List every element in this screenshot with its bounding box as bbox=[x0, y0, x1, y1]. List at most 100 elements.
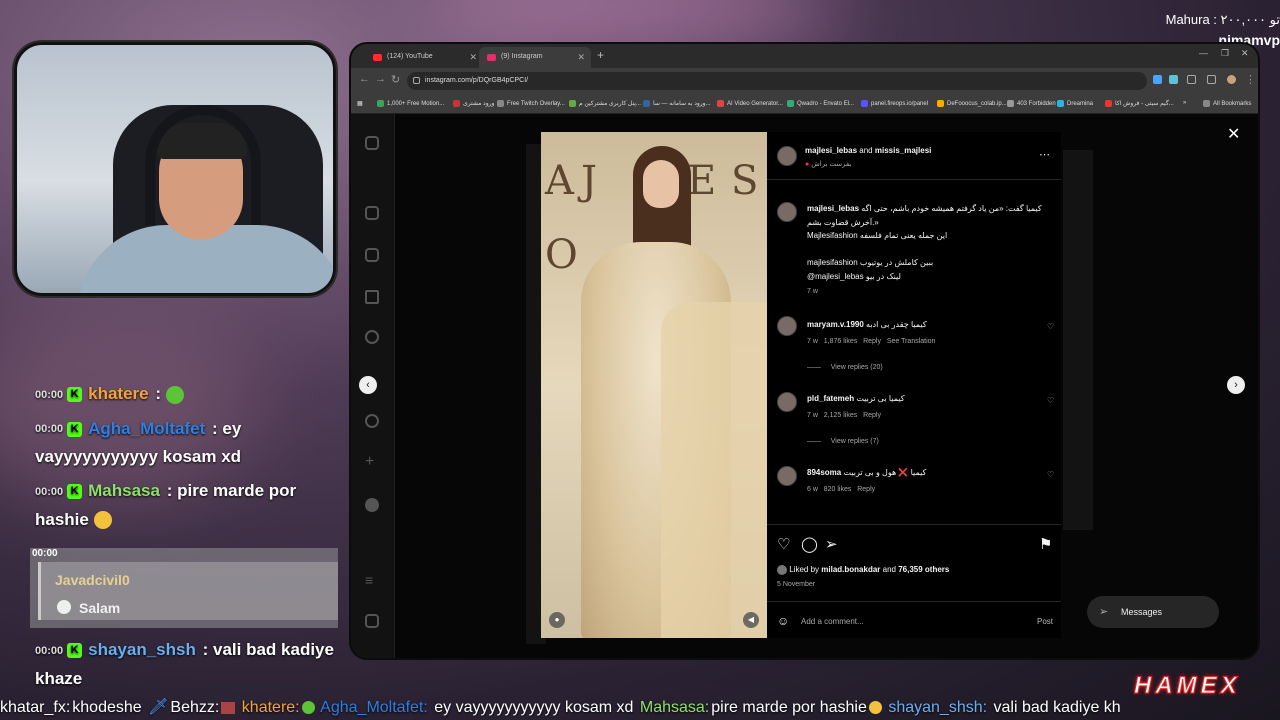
url-text: instagram.com/p/DQrGB4pCPCI/ bbox=[425, 77, 529, 84]
commenter-avatar[interactable] bbox=[777, 392, 797, 412]
view-replies-button[interactable]: —— View replies (7) bbox=[807, 438, 879, 445]
chat-username: khatere bbox=[88, 384, 149, 403]
extensions-icon[interactable] bbox=[1187, 75, 1196, 84]
messages-label: Messages bbox=[1121, 607, 1163, 617]
emoji-icon[interactable]: ☺ bbox=[777, 614, 789, 628]
bookmark-item[interactable]: Qwadro - Envato El... bbox=[787, 100, 854, 107]
reels-icon[interactable] bbox=[365, 248, 379, 262]
kick-badge-icon: K bbox=[67, 484, 83, 500]
send-icon: ➢ bbox=[1099, 606, 1109, 618]
close-tab-icon[interactable]: ✕ bbox=[469, 52, 477, 63]
sidebar-icon[interactable] bbox=[1207, 75, 1216, 84]
post-comment-button[interactable]: Post bbox=[1037, 617, 1053, 626]
like-comment-icon[interactable]: ♡ bbox=[1047, 396, 1054, 405]
profile-avatar[interactable] bbox=[365, 498, 379, 512]
chat-separator: : bbox=[166, 481, 173, 501]
author-avatar[interactable] bbox=[777, 146, 797, 166]
heart-icon[interactable] bbox=[365, 414, 379, 428]
mute-icon[interactable]: ◀ bbox=[743, 612, 759, 628]
post-authors: majlesi_lebas and missis_majlesi bbox=[805, 146, 932, 155]
like-icon[interactable]: ♡ bbox=[777, 535, 790, 553]
post-image[interactable]: A J E S O ● ◀ bbox=[541, 132, 767, 638]
bookmark-item[interactable]: گیم سیتی - فروش اکا... bbox=[1105, 100, 1174, 107]
commenter-avatar[interactable] bbox=[777, 316, 797, 336]
reload-icon[interactable]: ↻ bbox=[391, 73, 400, 86]
headset bbox=[145, 105, 261, 225]
search-icon[interactable] bbox=[365, 330, 379, 344]
profile-avatar[interactable] bbox=[1227, 75, 1236, 84]
ticker-text: khodeshe bbox=[72, 699, 142, 716]
bookmark-item[interactable]: 403 Forbidden bbox=[1007, 100, 1056, 107]
post-header: majlesi_lebas and missis_majlesi ● بفرست… bbox=[767, 132, 1061, 180]
view-replies-button[interactable]: —— View replies (20) bbox=[807, 364, 883, 371]
new-tab-button[interactable]: + bbox=[597, 48, 604, 62]
caption-link[interactable]: @majlesi_lebas لینک در بیو bbox=[807, 272, 901, 281]
maximize-button[interactable]: ❐ bbox=[1221, 48, 1229, 59]
ticker-user: Behzz: bbox=[170, 699, 220, 716]
close-tab-icon[interactable]: ✕ bbox=[577, 52, 585, 63]
like-comment-icon[interactable]: ♡ bbox=[1047, 470, 1054, 479]
smile-emoji-icon bbox=[868, 701, 882, 715]
chat-username: shayan_shsh bbox=[88, 640, 196, 659]
address-row: ← → ↻ instagram.com/p/DQrGB4pCPCI/ ⋮ bbox=[351, 68, 1258, 94]
messages-button[interactable]: ➢ Messages bbox=[1087, 596, 1219, 628]
site-info-icon[interactable] bbox=[413, 77, 420, 84]
youtube-icon bbox=[373, 54, 382, 61]
tab-label: (9) Instagram bbox=[501, 53, 543, 60]
tab-youtube[interactable]: (124) YouTube ✕ bbox=[365, 47, 483, 68]
tab-instagram[interactable]: (9) Instagram ✕ bbox=[479, 47, 591, 68]
extension-icon[interactable] bbox=[1169, 75, 1178, 84]
emote-icon bbox=[221, 701, 236, 714]
back-icon[interactable]: ← bbox=[359, 73, 370, 85]
apps-icon[interactable]: ▦ bbox=[357, 100, 363, 107]
bookmark-item[interactable]: Dreamina bbox=[1057, 100, 1093, 107]
close-modal-icon[interactable]: ✕ bbox=[1227, 124, 1240, 144]
more-options-icon[interactable]: ⋯ bbox=[1039, 148, 1050, 161]
liker-avatar bbox=[777, 565, 787, 575]
bookmark-item[interactable]: DeFooocus_colab.ip... bbox=[937, 100, 1007, 107]
chat-timestamp: 00:00 bbox=[35, 644, 64, 657]
bookmark-item[interactable]: Free Twitch Overlay... bbox=[497, 100, 565, 107]
channel-logo: HAMEX bbox=[1134, 672, 1241, 700]
menu-icon[interactable]: ⋮ bbox=[1245, 73, 1256, 86]
threads-icon[interactable] bbox=[365, 614, 379, 628]
extension-icon[interactable] bbox=[1153, 75, 1162, 84]
instagram-logo-icon[interactable] bbox=[365, 136, 379, 150]
bookmark-item[interactable]: ورود مشتری bbox=[453, 100, 494, 107]
comment-meta: 7 w 2,125 likes Reply bbox=[807, 412, 881, 419]
ticker-user: khatar_fx: bbox=[0, 699, 71, 716]
comment-text: maryam.v.1990 کیمیا چقدر بی ادبه bbox=[807, 320, 927, 329]
next-post-arrow[interactable]: › bbox=[1227, 376, 1245, 394]
create-icon[interactable]: + bbox=[365, 454, 379, 470]
all-bookmarks[interactable]: All Bookmarks bbox=[1203, 100, 1251, 107]
bookmark-item[interactable]: ورود به سامانه — سا... bbox=[643, 100, 711, 107]
bookmarks-bar: ▦ 1,000+ Free Motion... ورود مشتری Free … bbox=[351, 94, 1258, 114]
send-icon[interactable] bbox=[365, 290, 379, 304]
like-comment-icon[interactable]: ♡ bbox=[1047, 322, 1054, 331]
more-menu-icon[interactable]: ≡ bbox=[365, 573, 379, 588]
quoted-username: Javadcivil0 bbox=[55, 572, 130, 588]
forward-icon[interactable]: → bbox=[375, 73, 386, 85]
share-icon[interactable]: ➢ bbox=[825, 535, 838, 553]
bookmark-item[interactable]: panel.fireops.io/panel bbox=[861, 100, 928, 107]
bookmark-item[interactable]: AI Video Generator... bbox=[717, 100, 783, 107]
caption-avatar[interactable] bbox=[777, 202, 797, 222]
kick-badge-icon: K bbox=[67, 643, 83, 659]
chat-message: 00:00 K Agha_Moltafet : ey vayyyyyyyyyyy k… bbox=[0, 415, 345, 472]
tagged-users-icon[interactable]: ● bbox=[549, 612, 565, 628]
minimize-button[interactable]: — bbox=[1199, 48, 1208, 58]
close-window-button[interactable]: ✕ bbox=[1241, 48, 1249, 59]
bookmark-item[interactable]: پنل کاربری مشترکین م... bbox=[569, 100, 641, 107]
bookmark-item[interactable]: 1,000+ Free Motion... bbox=[377, 100, 444, 107]
caption-time: 7 w bbox=[807, 288, 818, 295]
prev-post-arrow[interactable]: ‹ bbox=[359, 376, 377, 394]
save-bookmark-icon[interactable]: ⚑ bbox=[1039, 535, 1052, 553]
url-bar[interactable]: instagram.com/p/DQrGB4pCPCI/ bbox=[407, 72, 1147, 90]
chat-username: Agha_Moltafet bbox=[88, 418, 206, 438]
chat-timestamp: 00:00 bbox=[32, 548, 58, 559]
comment-input[interactable]: Add a comment... bbox=[801, 617, 864, 626]
home-icon[interactable] bbox=[365, 206, 379, 220]
comment-icon[interactable]: ◯ bbox=[801, 535, 818, 553]
more-bookmarks-icon[interactable]: » bbox=[1183, 100, 1186, 106]
commenter-avatar[interactable] bbox=[777, 466, 797, 486]
